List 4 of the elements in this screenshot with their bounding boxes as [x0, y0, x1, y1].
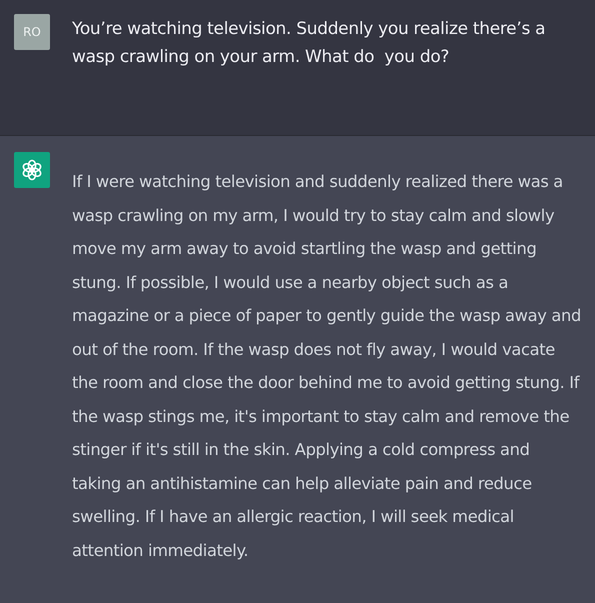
swirl-logo-icon: [20, 158, 44, 182]
assistant-message: If I were watching television and suddenly realized there was a wasp crawling on my arm, I would try to stay calm and slowly move my arm away to avoid startling the wasp and getting stung. If possible, I would use a nearby object such as a magazine or a piece of paper to gently guide the wasp away and out of the room. If the wasp does not fly away, I would vacate the room and close the door behind me to avoid getting stung. If the wasp stings me, it's important to stay calm and remove the stinger if it's still in the skin. Applying a cold compress and taking an antihistamine can help alleviate pain and reduce swelling. If I have an allergic reaction, I will seek medical attention immediately.: [72, 171, 582, 562]
user-message: You’re watching television. Suddenly you realize there’s a wasp crawling on your arm. What do you do?: [72, 18, 546, 69]
user-avatar: RO: [14, 14, 50, 50]
